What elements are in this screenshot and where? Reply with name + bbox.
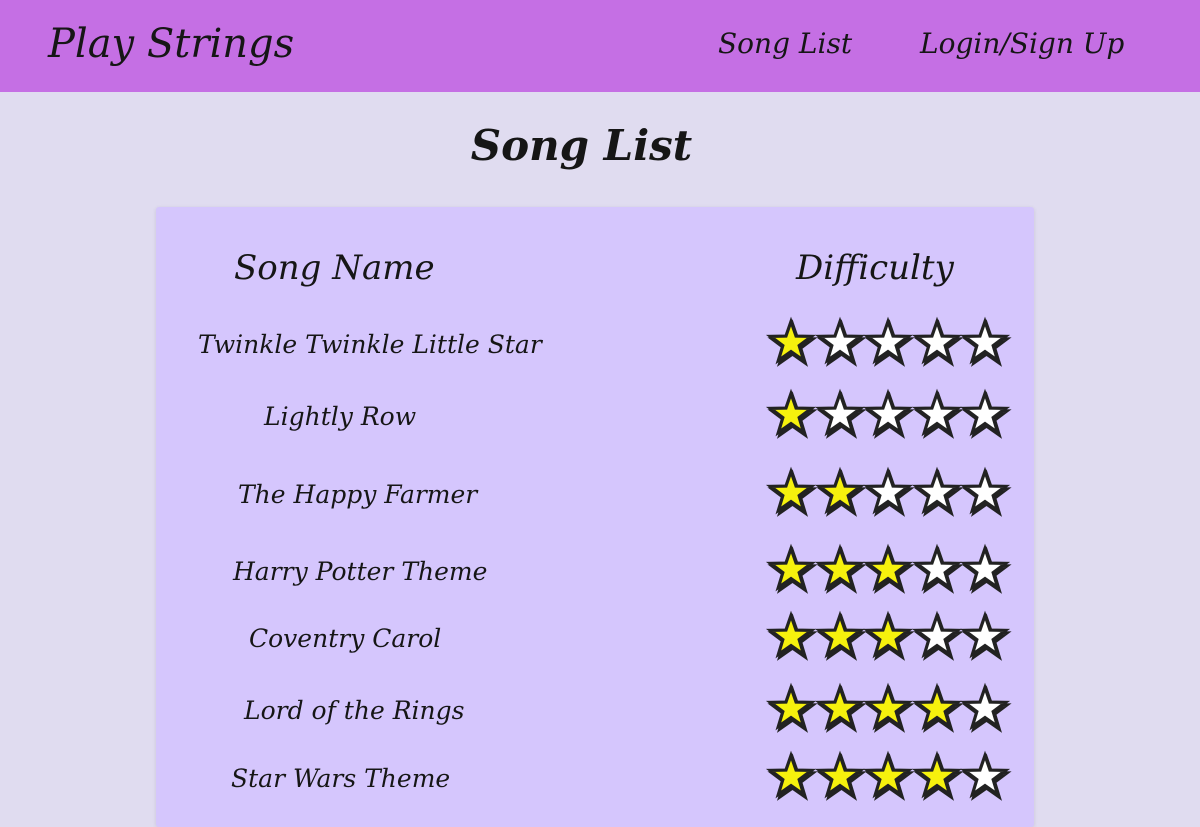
star-empty-icon: [862, 316, 915, 367]
song-name[interactable]: Star Wars Theme: [231, 764, 450, 794]
nav-song-list-link[interactable]: Song List: [718, 26, 852, 62]
star-empty-icon: [959, 610, 1012, 661]
page-title: Song List: [470, 121, 693, 170]
song-row[interactable]: Star Wars Theme: [156, 750, 1034, 801]
star-empty-icon: [862, 388, 915, 439]
song-row[interactable]: Lord of the Rings: [156, 682, 1034, 733]
star-empty-icon: [911, 316, 964, 367]
song-list-panel: Song Name Difficulty Twinkle Twinkle Lit…: [156, 207, 1034, 827]
star-filled-icon: [765, 316, 818, 367]
star-filled-icon: [911, 750, 964, 801]
star-filled-icon: [765, 543, 818, 594]
star-filled-icon: [862, 750, 915, 801]
song-row[interactable]: The Happy Farmer: [156, 466, 1034, 517]
star-empty-icon: [862, 466, 915, 517]
difficulty-rating: [765, 682, 1012, 733]
star-empty-icon: [959, 466, 1012, 517]
star-empty-icon: [959, 388, 1012, 439]
star-filled-icon: [814, 610, 867, 661]
song-row[interactable]: Lightly Row: [156, 388, 1034, 439]
star-empty-icon: [959, 682, 1012, 733]
song-name[interactable]: The Happy Farmer: [238, 480, 477, 510]
star-empty-icon: [814, 316, 867, 367]
song-name[interactable]: Lord of the Rings: [244, 696, 464, 726]
song-name[interactable]: Coventry Carol: [249, 624, 441, 654]
star-filled-icon: [814, 466, 867, 517]
star-filled-icon: [911, 682, 964, 733]
song-name[interactable]: Harry Potter Theme: [233, 557, 487, 587]
difficulty-rating: [765, 750, 1012, 801]
difficulty-column-header: Difficulty: [796, 248, 954, 288]
star-filled-icon: [765, 388, 818, 439]
star-empty-icon: [911, 610, 964, 661]
star-filled-icon: [814, 543, 867, 594]
nav-login-signup-link[interactable]: Login/Sign Up: [920, 26, 1124, 62]
star-filled-icon: [862, 610, 915, 661]
star-filled-icon: [862, 682, 915, 733]
star-empty-icon: [959, 543, 1012, 594]
difficulty-rating: [765, 610, 1012, 661]
song-row[interactable]: Twinkle Twinkle Little Star: [156, 316, 1034, 367]
song-name-column-header: Song Name: [234, 248, 435, 288]
star-empty-icon: [959, 316, 1012, 367]
top-navbar: Play Strings Song List Login/Sign Up: [0, 0, 1200, 92]
song-row[interactable]: Harry Potter Theme: [156, 543, 1034, 594]
song-row[interactable]: Coventry Carol: [156, 610, 1034, 661]
brand-logo-link[interactable]: Play Strings: [48, 18, 294, 70]
star-empty-icon: [959, 750, 1012, 801]
star-filled-icon: [814, 682, 867, 733]
star-empty-icon: [911, 543, 964, 594]
difficulty-rating: [765, 316, 1012, 367]
star-filled-icon: [862, 543, 915, 594]
difficulty-rating: [765, 388, 1012, 439]
star-filled-icon: [765, 750, 818, 801]
star-filled-icon: [765, 466, 818, 517]
song-name[interactable]: Lightly Row: [264, 402, 416, 432]
song-name[interactable]: Twinkle Twinkle Little Star: [198, 330, 542, 360]
star-filled-icon: [765, 610, 818, 661]
star-empty-icon: [814, 388, 867, 439]
difficulty-rating: [765, 543, 1012, 594]
star-empty-icon: [911, 466, 964, 517]
star-empty-icon: [911, 388, 964, 439]
difficulty-rating: [765, 466, 1012, 517]
star-filled-icon: [814, 750, 867, 801]
star-filled-icon: [765, 682, 818, 733]
